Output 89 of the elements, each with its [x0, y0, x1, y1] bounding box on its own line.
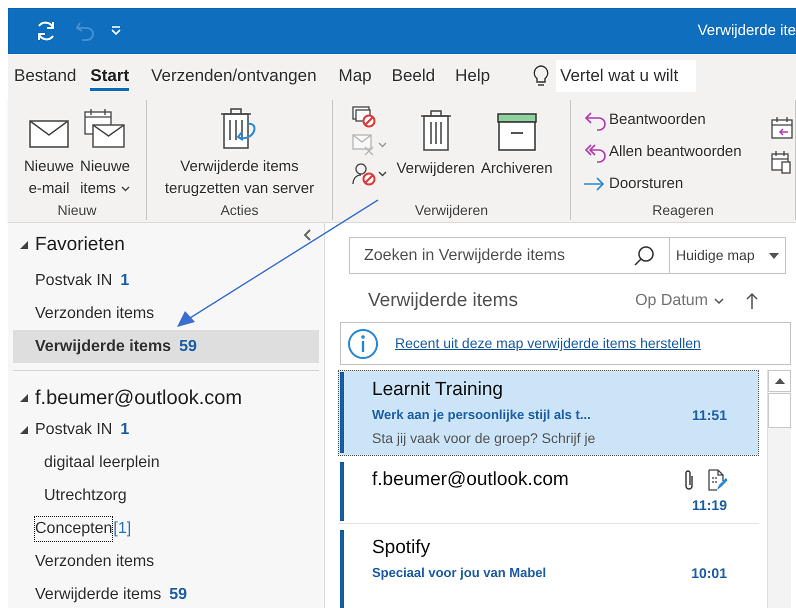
tell-me-field[interactable]: Vertel wat u wilt — [556, 60, 696, 92]
folder-label: Verzonden items — [35, 304, 154, 324]
ribbon-tab[interactable]: Start — [90, 54, 130, 98]
archive-box-icon — [496, 112, 537, 152]
restore-link[interactable]: Recent uit deze map verwijderde items herstellen — [395, 333, 701, 354]
folder-item[interactable]: Verwijderde items 59 — [13, 578, 319, 608]
unread-count: 1 — [120, 420, 130, 440]
folder-label: digitaal leerplein — [44, 452, 160, 472]
message-subject: Werk aan je persoonlijke stijl als t... — [372, 406, 591, 424]
message-time: 10:01 — [691, 564, 727, 582]
ribbon-tab[interactable]: Beeld — [392, 54, 436, 98]
search-input[interactable]: Zoeken in Verwijderde items — [350, 238, 633, 273]
folder-item[interactable]: Postvak IN 1 — [13, 413, 319, 446]
sort-direction-arrow-icon[interactable] — [746, 292, 758, 310]
folder-item[interactable]: Concepten[1] — [13, 512, 319, 545]
reply-button[interactable]: Allen beantwoorden — [583, 137, 771, 168]
ribbon-group-label: Acties — [219, 201, 260, 220]
search-field[interactable]: Zoeken in Verwijderde items — [349, 237, 670, 274]
trash-icon — [420, 108, 452, 152]
message-subject: Speciaal voor jou van Mabel — [372, 564, 546, 582]
expanded-triangle-icon[interactable] — [19, 393, 29, 403]
folder-label: Postvak IN — [35, 270, 112, 290]
ignore-icon — [352, 106, 376, 128]
folder-item[interactable]: Utrechtzorg — [13, 479, 319, 512]
unread-count: 1 — [120, 270, 130, 290]
folder-label: Utrechtzorg — [44, 486, 127, 506]
ribbon-group-label: Verwijderen — [414, 201, 490, 220]
blocked-person-icon — [352, 162, 376, 186]
ribbon-button[interactable]: Nieuwe e-mail — [22, 100, 76, 200]
calendar-envelope-icon — [84, 108, 126, 150]
ribbon-button[interactable]: Verwijderen — [394, 100, 477, 200]
scrollbar[interactable] — [767, 370, 791, 608]
folder-label: Postvak IN — [35, 420, 112, 440]
ribbon-tab[interactable]: Bestand — [14, 54, 76, 98]
scope-dropdown[interactable]: Huidige map — [670, 237, 786, 274]
ribbon-button[interactable]: Nieuwe items — [78, 100, 132, 200]
calendar-reply-icon[interactable] — [771, 116, 793, 140]
chevron-down-icon — [714, 298, 724, 304]
window-title: Verwijderde ite — [698, 20, 796, 41]
section-header: Favorieten — [35, 232, 125, 257]
caret-icon — [378, 171, 388, 177]
ribbon-tab[interactable]: Map — [338, 54, 372, 98]
list-title: Verwijderde items — [368, 288, 518, 313]
message-preview: Sta jij vaak voor de groep? Schrijf je — [372, 429, 596, 448]
message-time: 11:19 — [692, 496, 727, 514]
message-item[interactable]: Learnit Training Werk aan je persoonlijke stijl als t... 11:51 Sta jij vaak voor de groep? Schrijf je — [338, 370, 759, 456]
envelope-cross-icon — [352, 134, 376, 156]
reply-arrow-icon — [583, 110, 607, 132]
ribbon-group-label: Reageren — [651, 201, 715, 220]
unread-count: [1] — [113, 518, 132, 538]
reply-button[interactable]: Beantwoorden — [583, 105, 771, 136]
folder-item[interactable]: Postvak IN 1 — [13, 264, 319, 297]
caret-icon — [378, 142, 388, 148]
calendar-phone-icon[interactable] — [771, 150, 793, 174]
scrollbar-thumb[interactable] — [768, 393, 791, 428]
collapse-chevron-icon[interactable] — [304, 229, 312, 241]
folder-item[interactable]: Verzonden items — [13, 545, 319, 578]
scroll-up-arrow-icon[interactable] — [774, 378, 784, 384]
search-icon[interactable] — [633, 244, 655, 266]
ribbon-tab[interactable]: Help — [455, 54, 490, 98]
folder-label: Verwijderde items — [35, 584, 162, 604]
folder-item[interactable]: digitaal leerplein — [13, 446, 319, 479]
folder-label: Verwijderde items — [35, 336, 172, 356]
ribbon-button[interactable]: Archiveren — [478, 100, 555, 200]
sender-name: Learnit Training — [372, 378, 503, 402]
unread-count: 59 — [179, 336, 197, 356]
sort-button[interactable]: Op Datum — [635, 289, 724, 313]
customize-icon[interactable] — [110, 26, 122, 36]
envelope-icon — [28, 120, 69, 150]
reply-button[interactable]: Doorsturen — [583, 169, 771, 200]
unread-count: 59 — [169, 584, 188, 604]
sender-name: f.beumer@outlook.com — [372, 468, 569, 492]
ribbon-button[interactable]: Verwijderde items terugzetten van server — [162, 100, 316, 200]
folder-item[interactable]: Verzonden items — [13, 297, 319, 330]
reply-all-arrow-icon — [583, 142, 607, 164]
info-icon — [347, 328, 379, 360]
folder-label: Verzonden items — [35, 552, 154, 572]
expanded-triangle-icon[interactable] — [19, 240, 29, 250]
lightbulb-icon — [532, 64, 550, 88]
message-time: 11:51 — [692, 406, 727, 424]
folder-item[interactable]: Verwijderde items 59 — [13, 330, 319, 363]
sender-name: Spotify — [372, 536, 430, 560]
dropdown-arrow-icon — [769, 252, 779, 258]
folder-label: Concepten — [35, 516, 112, 540]
ribbon-tab[interactable]: Verzenden/ontvangen — [151, 54, 317, 98]
ribbon-group-label: Nieuw — [56, 201, 98, 220]
account-header: f.beumer@outlook.com — [35, 386, 242, 411]
message-item[interactable]: f.beumer@outlook.com 11:19 — [338, 460, 759, 524]
expanded-triangle-icon[interactable] — [19, 424, 29, 434]
